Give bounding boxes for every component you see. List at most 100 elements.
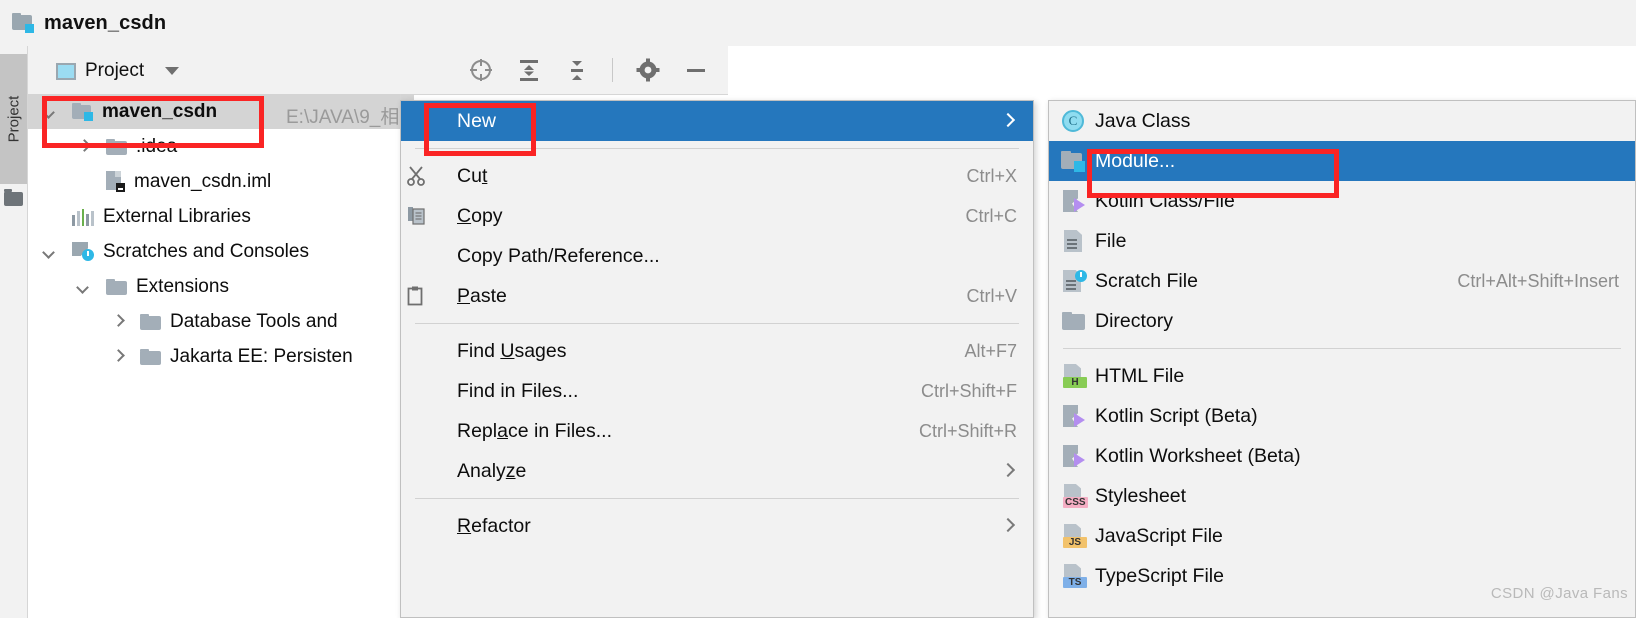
menu-item-analyze[interactable]: Analyze	[401, 451, 1033, 491]
submenu-item-stylesheet[interactable]: CSS Stylesheet	[1049, 476, 1635, 516]
expand-arrow-icon[interactable]	[42, 104, 58, 120]
left-tool-strip: Project	[0, 46, 28, 618]
menu-item-label: Paste	[457, 284, 507, 307]
menu-separator	[415, 498, 1019, 499]
menu-item-refactor[interactable]: Refactor	[401, 506, 1033, 546]
menu-icon-placeholder	[401, 411, 435, 451]
paste-icon-glyph	[407, 286, 423, 306]
context-menu: New Cut Ctrl+X Copy Ctrl+C Copy Path/Ref…	[400, 100, 1034, 618]
scratch-file-icon	[1049, 261, 1095, 301]
submenu-item-label: Module...	[1095, 149, 1176, 172]
submenu-item-directory[interactable]: Directory	[1049, 301, 1635, 341]
tree-row-iml[interactable]: maven_csdn.iml	[28, 164, 271, 199]
submenu-item-label: Java Class	[1095, 109, 1191, 132]
menu-item-shortcut: Ctrl+Shift+F	[920, 380, 1017, 401]
menu-icon-placeholder	[401, 506, 435, 546]
tree-row-jakarta-ee[interactable]: Jakarta EE: Persisten	[28, 339, 353, 374]
submenu-item-module[interactable]: Module...	[1049, 141, 1635, 181]
submenu-item-label: Kotlin Worksheet (Beta)	[1095, 444, 1301, 467]
tree-row-database-tools[interactable]: Database Tools and	[28, 304, 338, 339]
project-title: maven_csdn	[44, 11, 167, 34]
menu-item-label: Refactor	[457, 514, 531, 537]
tree-row-external-libraries[interactable]: External Libraries	[28, 199, 251, 234]
locate-icon[interactable]	[468, 57, 494, 83]
menu-icon-placeholder	[401, 236, 435, 276]
submenu-item-file[interactable]: File	[1049, 221, 1635, 261]
file-badge: TS	[1063, 577, 1087, 588]
menu-item-label: Copy Path/Reference...	[457, 244, 660, 267]
paste-icon	[401, 276, 435, 316]
folder-icon	[106, 138, 127, 155]
menu-icon-placeholder	[401, 331, 435, 371]
menu-separator	[415, 323, 1019, 324]
expand-arrow-icon[interactable]	[76, 139, 92, 155]
kotlin-icon	[1049, 396, 1095, 436]
menu-item-shortcut: Ctrl+C	[965, 205, 1017, 226]
submenu-item-scratch-file[interactable]: Scratch File Ctrl+Alt+Shift+Insert	[1049, 261, 1635, 301]
submenu-item-kotlin-script[interactable]: Kotlin Script (Beta)	[1049, 396, 1635, 436]
submenu-item-label: Kotlin Class/File	[1095, 189, 1235, 212]
folder-icon	[140, 313, 161, 330]
tree-row-idea[interactable]: .idea	[28, 129, 177, 164]
expand-arrow-icon[interactable]	[42, 244, 58, 260]
module-icon	[12, 13, 34, 33]
tree-item-label: Database Tools and	[170, 310, 338, 332]
chevron-down-icon[interactable]	[165, 67, 180, 75]
copy-icon-glyph	[408, 207, 425, 225]
menu-icon-placeholder	[401, 371, 435, 411]
file-icon	[1049, 221, 1095, 261]
title-bar: maven_csdn	[0, 0, 1636, 47]
submenu-item-html-file[interactable]: H HTML File	[1049, 356, 1635, 396]
submenu-item-label: Scratch File	[1095, 269, 1198, 292]
submenu-item-kotlin-class-file[interactable]: Kotlin Class/File	[1049, 181, 1635, 221]
hide-panel-icon[interactable]	[683, 57, 709, 83]
tree-row-extensions[interactable]: Extensions	[28, 269, 229, 304]
menu-icon-placeholder	[401, 451, 435, 491]
submenu-item-kotlin-worksheet[interactable]: Kotlin Worksheet (Beta)	[1049, 436, 1635, 476]
submenu-item-label: Stylesheet	[1095, 484, 1187, 507]
tool-window-button-label: Project	[5, 95, 22, 143]
project-window-icon	[56, 62, 76, 80]
menu-item-new[interactable]: New	[401, 101, 1033, 141]
expand-arrow-icon[interactable]	[76, 279, 92, 295]
submenu-item-label: HTML File	[1095, 364, 1185, 387]
menu-item-cut[interactable]: Cut Ctrl+X	[401, 156, 1033, 196]
tool-window-button-project[interactable]: Project	[0, 54, 27, 184]
submenu-item-label: Kotlin Script (Beta)	[1095, 404, 1258, 427]
chevron-right-icon	[1003, 115, 1015, 127]
submenu-separator	[1063, 348, 1621, 349]
new-submenu: Java Class Module... Kotlin Class/File F…	[1048, 100, 1636, 618]
iml-file-icon	[106, 171, 125, 192]
menu-item-find-usages[interactable]: Find Usages Alt+F7	[401, 331, 1033, 371]
menu-item-replace-in-files[interactable]: Replace in Files... Ctrl+Shift+R	[401, 411, 1033, 451]
folder-icon	[140, 348, 161, 365]
expand-arrow-icon[interactable]	[110, 314, 126, 330]
project-view-selector[interactable]: Project	[56, 60, 180, 82]
submenu-item-shortcut: Ctrl+Alt+Shift+Insert	[1457, 270, 1619, 291]
submenu-item-java-class[interactable]: Java Class	[1049, 101, 1635, 141]
menu-item-label: Find Usages	[457, 339, 567, 362]
cut-icon-glyph	[407, 166, 425, 186]
ide-window: maven_csdn Project Project maven_csdn E:…	[0, 0, 1636, 618]
copy-icon	[401, 196, 435, 236]
project-panel-title: Project	[85, 60, 145, 81]
settings-gear-icon[interactable]	[635, 57, 661, 83]
project-tree: maven_csdn E:\JAVA\9_相 .idea maven_csdn.…	[28, 94, 414, 618]
folder-icon[interactable]	[4, 189, 23, 206]
typescript-file-icon: TS	[1049, 556, 1095, 596]
expand-arrow-icon[interactable]	[110, 349, 126, 365]
tree-item-label: External Libraries	[103, 205, 251, 227]
menu-item-paste[interactable]: Paste Ctrl+V	[401, 276, 1033, 316]
expand-all-icon[interactable]	[516, 57, 542, 83]
menu-item-copy[interactable]: Copy Ctrl+C	[401, 196, 1033, 236]
menu-item-copy-path-reference[interactable]: Copy Path/Reference...	[401, 236, 1033, 276]
collapse-all-icon[interactable]	[564, 57, 590, 83]
submenu-item-javascript-file[interactable]: JS JavaScript File	[1049, 516, 1635, 556]
folder-icon	[106, 278, 127, 295]
tree-item-path-hint: E:\JAVA\9_相	[286, 107, 400, 128]
panel-toolbar-icons	[468, 46, 709, 94]
tree-row-scratches[interactable]: Scratches and Consoles	[28, 234, 309, 269]
menu-item-label: Find in Files...	[457, 379, 579, 402]
menu-item-find-in-files[interactable]: Find in Files... Ctrl+Shift+F	[401, 371, 1033, 411]
tree-item-label: maven_csdn	[102, 100, 218, 122]
